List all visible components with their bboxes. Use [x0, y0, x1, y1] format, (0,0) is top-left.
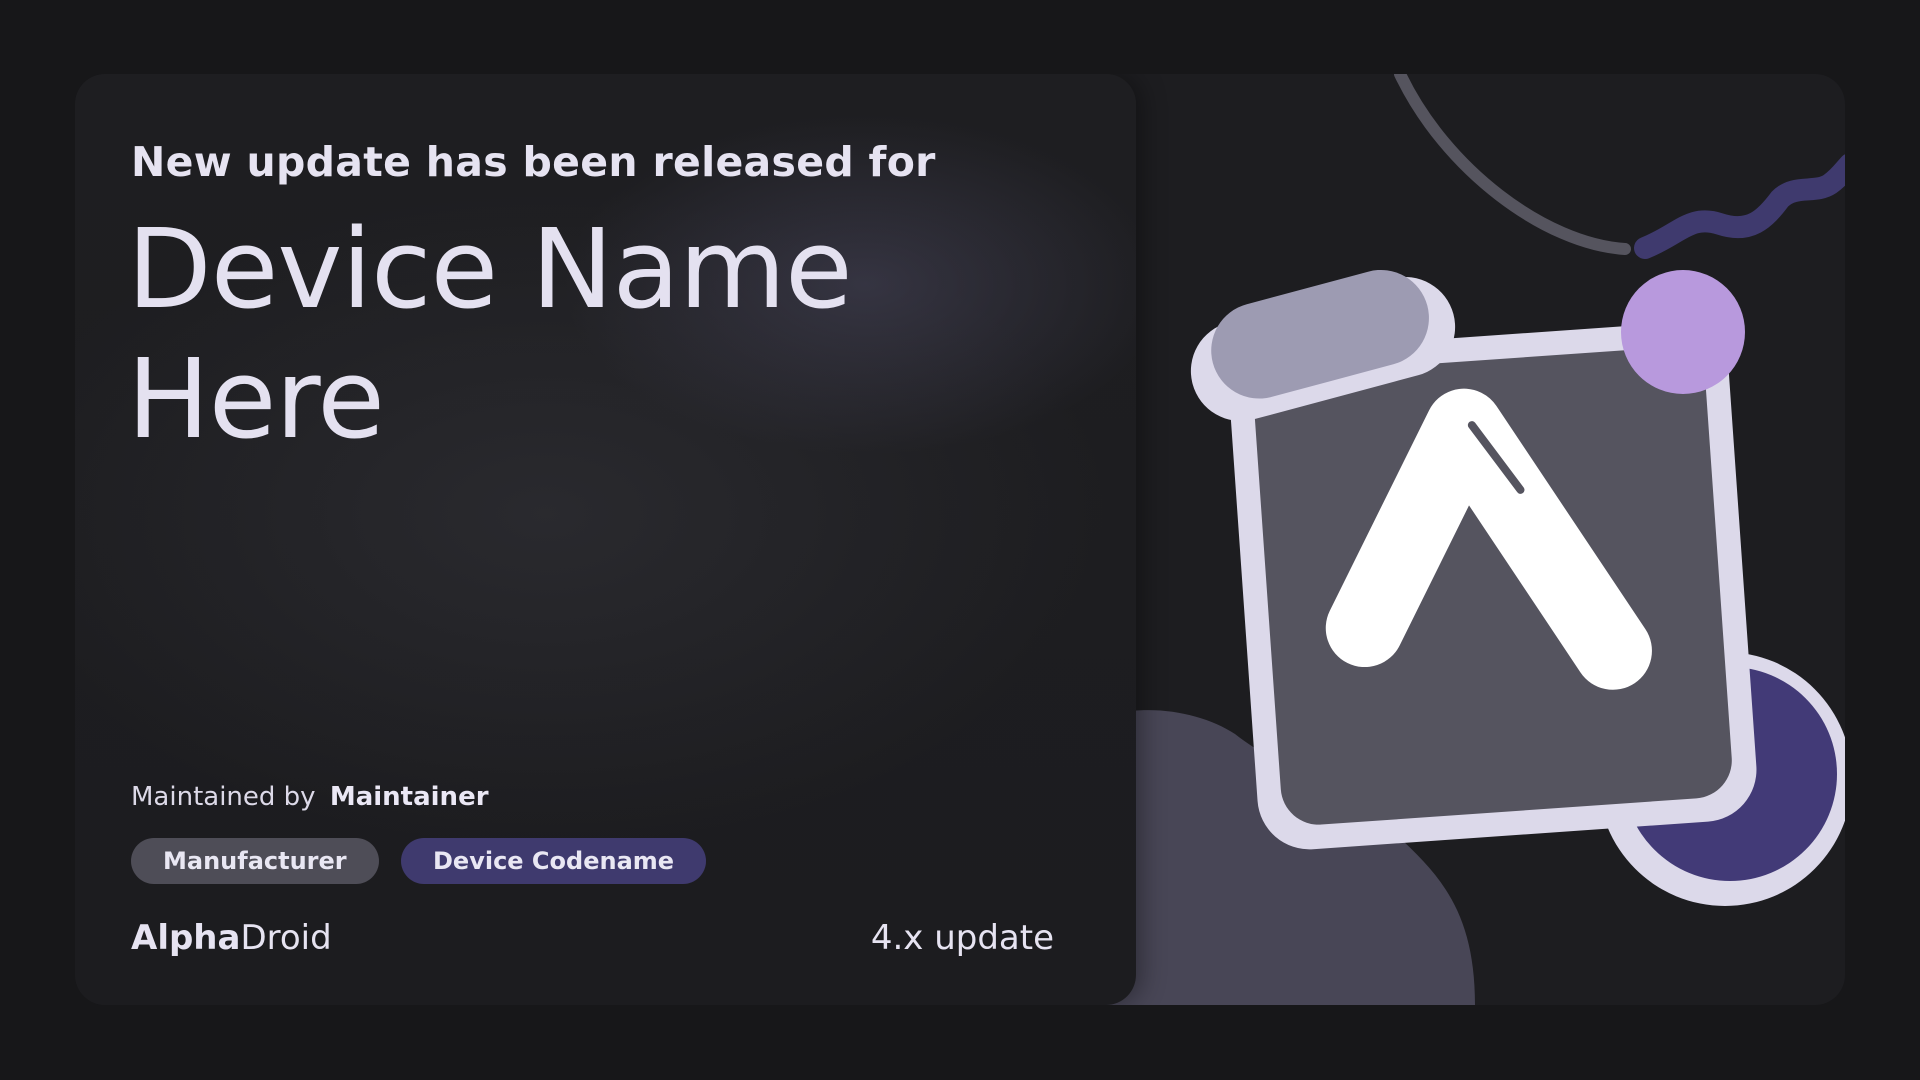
brand-regular: Droid	[240, 918, 332, 958]
codename-badge: Device Codename	[401, 838, 707, 884]
version-label: 4.x update	[870, 918, 1054, 958]
brand-logo-text: AlphaDroid	[131, 918, 332, 958]
maintainer-name: Maintainer	[329, 782, 489, 812]
manufacturer-badge: Manufacturer	[131, 838, 379, 884]
update-banner-card: New update has been released for Device …	[75, 74, 1845, 1005]
brand-bold: Alpha	[131, 918, 241, 958]
violet-dot	[1621, 270, 1745, 394]
decorative-arc	[1394, 74, 1631, 255]
device-name-title: Device Name Here	[127, 205, 853, 463]
decorative-wave	[1634, 154, 1845, 259]
content-panel: New update has been released for Device …	[75, 74, 1136, 1005]
maintained-by-label: Maintained by	[131, 782, 316, 812]
intro-text: New update has been released for	[131, 138, 936, 186]
maintainer-line: Maintained by Maintainer	[131, 782, 489, 812]
